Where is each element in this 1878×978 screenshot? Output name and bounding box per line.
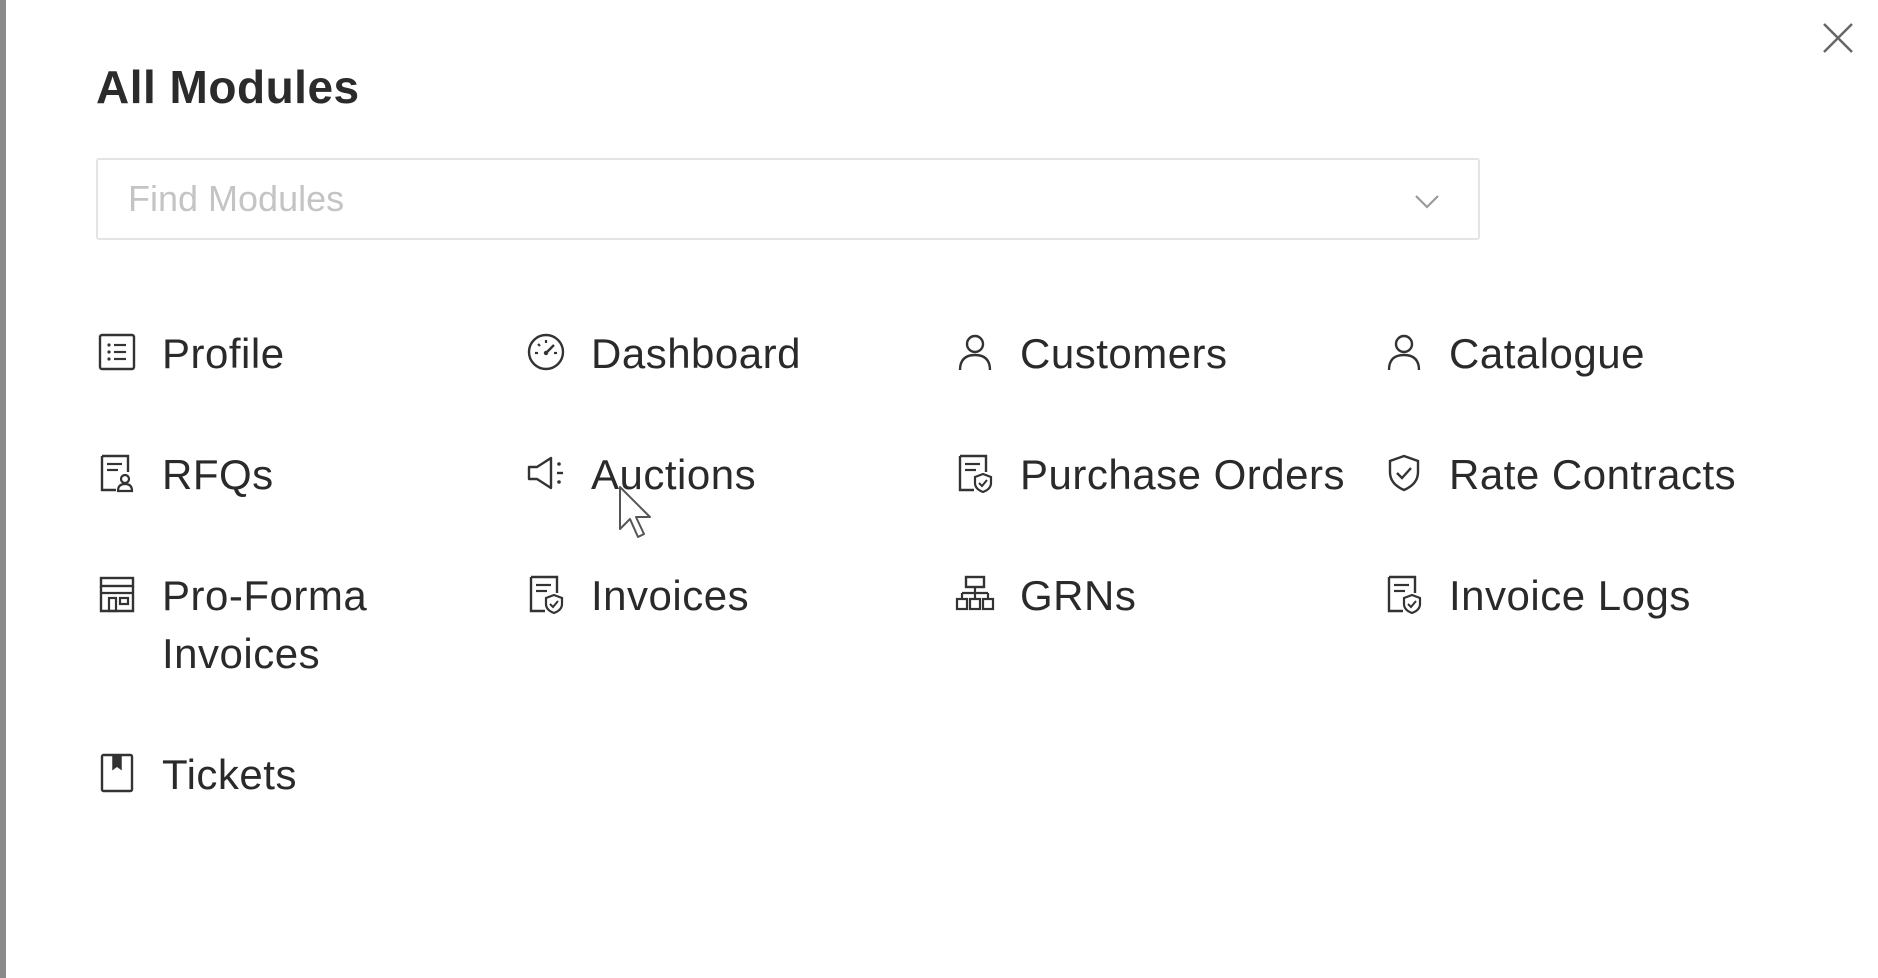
doc-shield-icon <box>954 452 996 494</box>
module-label: Auctions <box>591 451 757 498</box>
close-icon <box>1823 23 1853 53</box>
search-input[interactable] <box>98 160 1398 238</box>
sitemap-icon <box>954 573 996 615</box>
module-auctions[interactable]: Auctions <box>525 446 756 504</box>
user-icon <box>1383 331 1425 373</box>
module-invoice-logs[interactable]: Invoice Logs <box>1383 567 1691 625</box>
module-purchase-orders[interactable]: Purchase Orders <box>954 446 1345 504</box>
module-tickets[interactable]: Tickets <box>96 746 297 804</box>
module-label: Invoice Logs <box>1449 572 1691 619</box>
chevron-down-icon[interactable] <box>1410 184 1444 218</box>
module-label: Purchase Orders <box>1020 451 1345 498</box>
module-label: Profile <box>162 330 285 377</box>
gauge-icon <box>525 331 567 373</box>
doc-shield-icon <box>1383 573 1425 615</box>
all-modules-dialog: All Modules Profile <box>0 0 1878 978</box>
module-rfqs[interactable]: RFQs <box>96 446 274 504</box>
doc-user-icon <box>96 452 138 494</box>
module-rate-contracts[interactable]: Rate Contracts <box>1383 446 1736 504</box>
module-label: Catalogue <box>1449 330 1645 377</box>
dialog-title: All Modules <box>96 61 360 113</box>
user-icon <box>954 331 996 373</box>
doc-shield-icon <box>525 573 567 615</box>
close-button[interactable] <box>1816 16 1860 60</box>
bookmark-icon <box>96 752 138 794</box>
module-invoices[interactable]: Invoices <box>525 567 749 625</box>
module-grns[interactable]: GRNs <box>954 567 1136 625</box>
shield-check-icon <box>1383 452 1425 494</box>
find-modules-select[interactable] <box>96 158 1480 240</box>
module-pro-forma-invoices[interactable]: Pro-Forma Invoices <box>96 567 496 683</box>
module-label: Rate Contracts <box>1449 451 1737 498</box>
module-label: Invoices <box>591 572 750 619</box>
list-doc-icon <box>96 331 138 373</box>
module-dashboard[interactable]: Dashboard <box>525 325 801 383</box>
module-label: GRNs <box>1020 572 1137 619</box>
megaphone-icon <box>525 452 567 494</box>
module-label: Tickets <box>162 751 297 798</box>
module-profile[interactable]: Profile <box>96 325 285 383</box>
store-icon <box>96 573 138 615</box>
module-label: Customers <box>1020 330 1228 377</box>
module-catalogue[interactable]: Catalogue <box>1383 325 1645 383</box>
module-label: RFQs <box>162 451 274 498</box>
module-label: Pro-Forma Invoices <box>162 572 368 677</box>
module-label: Dashboard <box>591 330 801 377</box>
module-customers[interactable]: Customers <box>954 325 1228 383</box>
